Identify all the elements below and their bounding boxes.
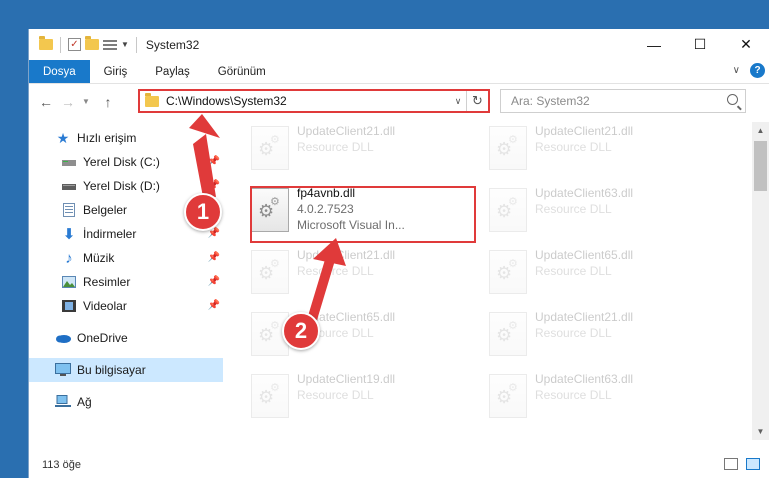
arrow-to-address-bar (193, 134, 216, 197)
arrow-to-address-bar-head (189, 114, 220, 138)
arrow-to-file-head (313, 238, 346, 266)
step-badge-2: 2 (282, 312, 320, 350)
arrow-to-file (308, 253, 336, 320)
annotation-arrows (189, 114, 346, 320)
step-badge-1: 1 (184, 193, 222, 231)
